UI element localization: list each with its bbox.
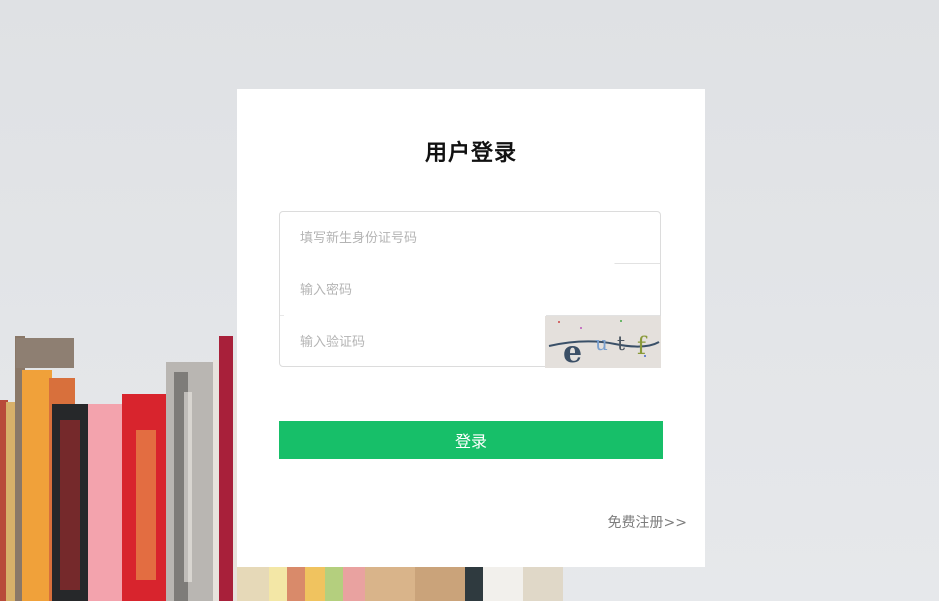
page: 用户登录 e [0,0,939,601]
captcha-graphic: e u t f [545,316,661,368]
svg-text:u: u [595,331,608,355]
id-number-input[interactable] [280,212,660,264]
page-title: 用户登录 [424,141,517,166]
password-input[interactable] [280,264,660,316]
login-card: 用户登录 e [237,89,705,567]
login-form: e u t f [279,211,661,368]
svg-text:t: t [617,331,625,355]
svg-text:e: e [563,335,582,368]
register-link[interactable]: 免费注册>> [608,512,687,532]
login-button[interactable]: 登录 [279,421,663,459]
captcha-image[interactable]: e u t f [545,316,661,368]
password-field-wrapper [280,264,660,316]
id-number-field-wrapper [280,212,660,264]
